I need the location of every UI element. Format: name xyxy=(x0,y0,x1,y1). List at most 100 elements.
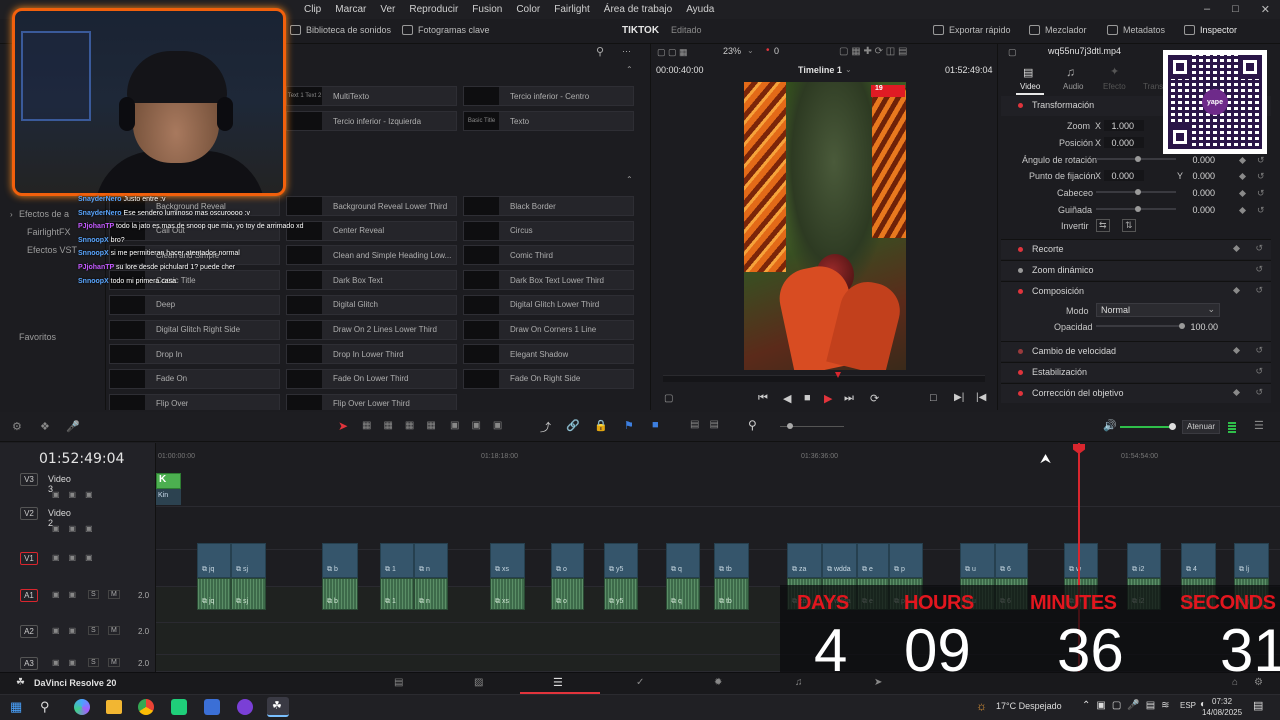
title-template-tile[interactable]: Text 1 Text 2 MultiTexto xyxy=(286,86,457,106)
video-clip[interactable]: ⧉ za xyxy=(787,543,822,578)
title-template-tile[interactable]: Digital Glitch xyxy=(286,294,457,315)
track-id-badge[interactable]: V2 xyxy=(20,507,38,520)
notification-icon[interactable]: ▤ xyxy=(1253,699,1263,712)
chrome-icon[interactable] xyxy=(138,699,154,715)
reset-icon[interactable]: ↺ xyxy=(1255,366,1263,377)
title-template-tile[interactable]: Fade On Lower Third xyxy=(286,368,457,389)
video-clip[interactable]: ⧉ n xyxy=(414,543,448,578)
opacity-slider-knob[interactable] xyxy=(1179,323,1185,329)
track-controls-icons[interactable]: ▣▣ xyxy=(52,590,85,599)
volume-slider[interactable] xyxy=(1120,426,1172,428)
copilot-icon[interactable] xyxy=(74,699,90,715)
audio-clip[interactable]: ⧉ b xyxy=(322,578,358,610)
mic-icon[interactable]: 🎤 xyxy=(66,420,80,433)
title-template-tile[interactable]: Digital Glitch Right Side xyxy=(109,319,280,340)
video-clip[interactable]: ⧉ b xyxy=(322,543,358,578)
obs-icon[interactable] xyxy=(237,699,253,715)
audio-clip[interactable]: ⧉ n xyxy=(414,578,448,610)
fairlight-page-icon[interactable]: ♫ xyxy=(795,677,803,688)
cut-page-icon[interactable]: ▨ xyxy=(474,677,483,688)
track-controls-icons[interactable]: ▣▣▣ xyxy=(52,490,102,499)
menu-clip[interactable]: Clip xyxy=(304,4,321,15)
opacity-slider[interactable] xyxy=(1096,325,1180,327)
video-clip[interactable]: ⧉ y5 xyxy=(604,543,638,578)
reset-icon[interactable]: ↺ xyxy=(1255,243,1263,254)
stabilization-section[interactable]: Estabilización ↺ xyxy=(1001,362,1271,382)
collapse-chevron-icon[interactable]: ⌃ xyxy=(626,175,633,184)
selection-tool-icon[interactable]: ➤ xyxy=(338,419,348,433)
home-icon[interactable]: ⌂ xyxy=(1232,677,1238,688)
video-clip[interactable]: ⧉ xs xyxy=(490,543,525,578)
color-page-icon[interactable]: ✹ xyxy=(714,677,722,688)
menu-fairlight[interactable]: Fairlight xyxy=(554,4,590,15)
go-to-start-icon[interactable]: ⏮ xyxy=(758,392,768,405)
title-template-tile[interactable]: Tercio inferior - Centro xyxy=(463,86,634,106)
timeline-dropdown-icon[interactable]: ⌄ xyxy=(845,65,852,74)
title-template-tile[interactable]: Drop In xyxy=(109,344,280,365)
volume-icon[interactable]: 🔊 xyxy=(1103,419,1117,432)
track-id-badge[interactable]: V3 xyxy=(20,473,38,486)
mute-button[interactable]: M xyxy=(108,626,120,635)
lens-correction-section[interactable]: Corrección del objetivo ↺ xyxy=(1001,383,1271,403)
video-clip[interactable]: ⧉ wdda xyxy=(822,543,857,578)
video-clip[interactable]: ⧉ 1 xyxy=(380,543,414,578)
rotation-slider-knob[interactable] xyxy=(1135,156,1141,162)
video-clip[interactable]: ⧉ w xyxy=(1064,543,1098,578)
menu-fusion[interactable]: Fusion xyxy=(472,4,502,15)
flip-horizontal-icon[interactable]: ⇆ xyxy=(1096,219,1110,232)
zoom-search-icon[interactable]: ⚲ xyxy=(748,418,757,432)
title-template-tile[interactable]: Elegant Shadow xyxy=(463,344,634,365)
title-template-tile[interactable]: Digital Glitch Lower Third xyxy=(463,294,634,315)
solo-button[interactable]: S xyxy=(88,626,99,635)
title-template-tile[interactable]: Fade On Right Side xyxy=(463,368,634,389)
reset-icon[interactable]: ↺ xyxy=(1255,264,1263,275)
search-icon[interactable]: ⚲ xyxy=(40,699,50,715)
resolve-taskbar-icon[interactable]: ☘ xyxy=(267,697,289,717)
reset-icon[interactable]: ↺ xyxy=(1257,188,1265,199)
opacity-value[interactable]: 100.00 xyxy=(1186,322,1218,332)
mute-button[interactable]: M xyxy=(108,590,120,599)
title-template-tile[interactable]: Draw On Corners 1 Line xyxy=(463,319,634,340)
match-frame-icon[interactable]: □ xyxy=(930,392,937,404)
title-template-tile[interactable]: Dark Box Text xyxy=(286,270,457,291)
menu-workspace[interactable]: Área de trabajo xyxy=(604,4,672,15)
video-tab-icon[interactable]: ▤ xyxy=(1023,66,1033,79)
effects-tree-item[interactable]: Efectos de a xyxy=(19,209,69,219)
panel-toggle-icon[interactable]: ☰ xyxy=(1254,419,1264,432)
keyframe-icon[interactable] xyxy=(1232,388,1241,397)
viewer-scrub-bar[interactable] xyxy=(663,372,985,382)
menu-ver[interactable]: Ver xyxy=(380,4,395,15)
dynamic-zoom-section[interactable]: Zoom dinámico ↺ xyxy=(1001,260,1271,280)
keyframes-button[interactable]: Fotogramas clave xyxy=(402,25,490,35)
close-icon[interactable]: ✕ xyxy=(1261,3,1270,16)
video-clip[interactable]: ⧉ 6 xyxy=(995,543,1028,578)
menu-color[interactable]: Color xyxy=(516,4,540,15)
pitch-slider-knob[interactable] xyxy=(1135,189,1141,195)
weather-text[interactable]: 17°C Despejado xyxy=(996,701,1062,711)
audio-clip[interactable]: ⧉ o xyxy=(551,578,584,610)
video-clip[interactable]: ⧉ p xyxy=(889,543,923,578)
video-clip[interactable]: ⧉ i2 xyxy=(1127,543,1161,578)
tray-icons[interactable]: ⌃▣▢🎤▤≋ xyxy=(1082,700,1176,711)
enable-dot-icon[interactable] xyxy=(1018,370,1023,375)
tab-effects[interactable]: Efecto xyxy=(1103,82,1126,91)
tab-video[interactable]: Video xyxy=(1020,82,1040,91)
title-template-tile[interactable]: Comic Third xyxy=(463,245,634,266)
yaw-slider-knob[interactable] xyxy=(1135,206,1141,212)
enable-dot-icon[interactable] xyxy=(1018,391,1023,396)
app-icon[interactable] xyxy=(171,699,187,715)
title-template-tile[interactable]: Drop In Lower Third xyxy=(286,344,457,365)
rotation-value[interactable]: 0.000 xyxy=(1186,155,1215,165)
audio-clip[interactable]: ⧉ 1 xyxy=(380,578,414,610)
viewer-layout-icons[interactable]: ▢ ▢ ▦ xyxy=(657,47,688,58)
crop-icon[interactable]: ▢ xyxy=(664,393,673,404)
snapping-icon[interactable]: ⤴ xyxy=(540,419,551,435)
audio-clip[interactable]: ⧉ sj xyxy=(231,578,266,610)
solo-button[interactable]: S xyxy=(88,658,99,667)
track-id-badge[interactable]: A2 xyxy=(20,625,38,638)
audio-clip[interactable]: ⧉ xs xyxy=(490,578,525,610)
video-clip[interactable]: ⧉ o xyxy=(551,543,584,578)
windows-start-icon[interactable]: ▦ xyxy=(10,699,22,715)
language-indicator[interactable]: ESP xyxy=(1180,701,1196,710)
mixer-button[interactable]: Mezclador xyxy=(1029,25,1087,35)
